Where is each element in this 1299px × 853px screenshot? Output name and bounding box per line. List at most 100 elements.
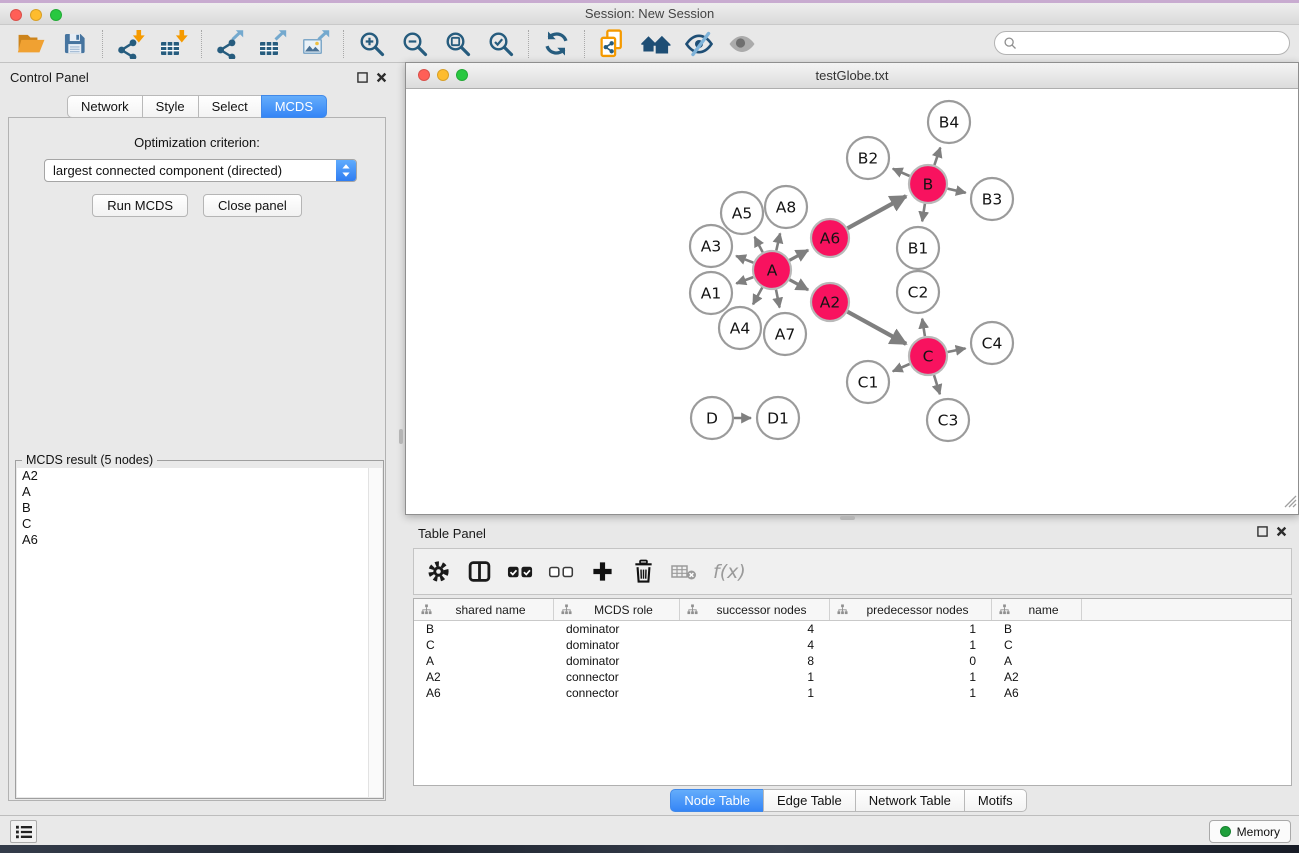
- edge-A-A3[interactable]: [736, 256, 753, 263]
- cell[interactable]: connector: [554, 686, 680, 700]
- task-history-button[interactable]: [10, 820, 37, 843]
- vertical-splitter-handle[interactable]: [399, 429, 403, 444]
- close-panel-icon[interactable]: [1276, 526, 1287, 537]
- zoom-selected-button[interactable]: [479, 27, 522, 61]
- cell[interactable]: C: [992, 638, 1082, 652]
- edge-A-A7[interactable]: [776, 290, 780, 308]
- cell[interactable]: 1: [830, 638, 992, 652]
- search-input[interactable]: [1022, 36, 1281, 50]
- run-mcds-button[interactable]: Run MCDS: [92, 194, 188, 217]
- close-panel-button[interactable]: Close panel: [203, 194, 302, 217]
- column-header-name[interactable]: name: [992, 599, 1082, 620]
- tab-node-table[interactable]: Node Table: [670, 789, 764, 812]
- table-row[interactable]: A6connector11A6: [414, 685, 1291, 701]
- column-settings-button[interactable]: [424, 557, 452, 587]
- cell[interactable]: 4: [680, 622, 830, 636]
- table-row[interactable]: Cdominator41C: [414, 637, 1291, 653]
- result-item[interactable]: A: [17, 484, 382, 500]
- edge-A2-C[interactable]: [848, 312, 907, 344]
- save-session-button[interactable]: [53, 27, 96, 61]
- open-session-button[interactable]: [10, 27, 53, 61]
- result-item[interactable]: C: [17, 516, 382, 532]
- column-header-predecessor-nodes[interactable]: predecessor nodes: [830, 599, 992, 620]
- export-network-button[interactable]: [208, 27, 251, 61]
- tab-motifs[interactable]: Motifs: [964, 789, 1027, 812]
- clone-network-button[interactable]: [591, 27, 634, 61]
- column-header-successor-nodes[interactable]: successor nodes: [680, 599, 830, 620]
- export-image-button[interactable]: [294, 27, 337, 61]
- clear-checks-button[interactable]: [547, 557, 575, 587]
- edge-A6-B[interactable]: [848, 196, 907, 228]
- cell[interactable]: dominator: [554, 654, 680, 668]
- table-row[interactable]: A2connector11A2: [414, 669, 1291, 685]
- tab-edge-table[interactable]: Edge Table: [763, 789, 856, 812]
- edge-B-B3[interactable]: [948, 189, 966, 193]
- cell[interactable]: 0: [830, 654, 992, 668]
- result-item[interactable]: B: [17, 500, 382, 516]
- tab-select[interactable]: Select: [198, 95, 262, 118]
- cell[interactable]: connector: [554, 670, 680, 684]
- cell[interactable]: 1: [680, 686, 830, 700]
- search-box[interactable]: [994, 31, 1290, 55]
- edge-C-C2[interactable]: [922, 319, 925, 337]
- zoom-fit-button[interactable]: [436, 27, 479, 61]
- tab-mcds[interactable]: MCDS: [261, 95, 327, 118]
- cell[interactable]: 1: [680, 670, 830, 684]
- optimization-criterion-select[interactable]: largest connected component (directed): [44, 159, 357, 182]
- tab-style[interactable]: Style: [142, 95, 199, 118]
- cell[interactable]: dominator: [554, 622, 680, 636]
- edge-A-A4[interactable]: [753, 288, 762, 305]
- resize-grip-icon[interactable]: [1284, 495, 1297, 513]
- edge-C-C3[interactable]: [934, 375, 940, 394]
- show-home-button[interactable]: [634, 27, 677, 61]
- cell[interactable]: 1: [830, 622, 992, 636]
- table-row[interactable]: Bdominator41B: [414, 621, 1291, 637]
- edge-A-A2[interactable]: [790, 280, 809, 290]
- edge-B-B4[interactable]: [934, 148, 940, 166]
- add-row-button[interactable]: [588, 557, 616, 587]
- import-table-button[interactable]: [152, 27, 195, 61]
- edge-B-B1[interactable]: [922, 204, 925, 222]
- edge-A-A5[interactable]: [755, 237, 763, 252]
- mcds-result-list[interactable]: A2ABCA6: [17, 468, 382, 797]
- edge-A-A1[interactable]: [736, 277, 753, 283]
- cell[interactable]: dominator: [554, 638, 680, 652]
- horizontal-splitter-handle[interactable]: [840, 516, 855, 520]
- edge-C-C1[interactable]: [893, 364, 910, 371]
- close-panel-icon[interactable]: [376, 72, 387, 83]
- float-panel-icon[interactable]: [357, 72, 368, 83]
- cell[interactable]: 1: [830, 686, 992, 700]
- edge-A-A6[interactable]: [790, 250, 809, 260]
- tab-network-table[interactable]: Network Table: [855, 789, 965, 812]
- network-window-titlebar[interactable]: testGlobe.txt: [406, 63, 1298, 89]
- cell[interactable]: B: [414, 622, 554, 636]
- cell[interactable]: 1: [830, 670, 992, 684]
- refresh-layout-button[interactable]: [535, 27, 578, 61]
- float-panel-icon[interactable]: [1257, 526, 1268, 537]
- result-item[interactable]: A2: [17, 468, 382, 484]
- edge-A-A8[interactable]: [776, 233, 780, 250]
- cell[interactable]: A2: [992, 670, 1082, 684]
- network-graph-svg[interactable]: B4B2BB3A8A5A6A3B1AC2A1A2A4A7C4CC1C3DD1: [406, 89, 1298, 514]
- delete-row-button[interactable]: [629, 557, 657, 587]
- cell[interactable]: B: [992, 622, 1082, 636]
- select-all-checks-button[interactable]: [506, 557, 534, 587]
- result-item[interactable]: A6: [17, 532, 382, 548]
- split-columns-button[interactable]: [465, 557, 493, 587]
- hide-graphics-button[interactable]: [677, 27, 720, 61]
- cell[interactable]: 8: [680, 654, 830, 668]
- zoom-out-button[interactable]: [393, 27, 436, 61]
- cell[interactable]: A2: [414, 670, 554, 684]
- edge-B-B2[interactable]: [893, 169, 910, 176]
- column-header-mcds-role[interactable]: MCDS role: [554, 599, 680, 620]
- import-network-button[interactable]: [109, 27, 152, 61]
- tab-network[interactable]: Network: [67, 95, 143, 118]
- column-header-shared-name[interactable]: shared name: [414, 599, 554, 620]
- table-row[interactable]: Adominator80A: [414, 653, 1291, 669]
- cell[interactable]: 4: [680, 638, 830, 652]
- cell[interactable]: A6: [414, 686, 554, 700]
- cell[interactable]: A6: [992, 686, 1082, 700]
- memory-button[interactable]: Memory: [1209, 820, 1291, 843]
- zoom-in-button[interactable]: [350, 27, 393, 61]
- list-scrollbar[interactable]: [368, 468, 382, 797]
